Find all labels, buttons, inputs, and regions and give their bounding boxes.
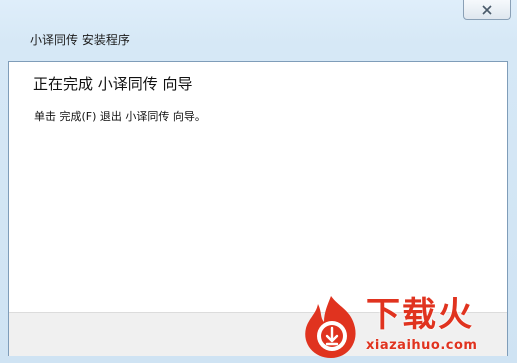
watermark-text: 下载火 xiazaihuo.com <box>366 296 477 353</box>
watermark-brand-cn: 下载火 <box>366 295 474 335</box>
page-heading: 正在完成 小译同传 向导 <box>33 75 193 93</box>
window-title: 小译同传 安装程序 <box>30 33 130 47</box>
page-description: 单击 完成(F) 退出 小译同传 向导。 <box>34 110 206 123</box>
wizard-content: 正在完成 小译同传 向导 单击 完成(F) 退出 小译同传 向导。 <box>9 62 507 312</box>
background-blurred-text <box>10 10 450 24</box>
close-button[interactable] <box>463 0 511 20</box>
close-icon <box>482 4 492 15</box>
watermark-brand-en: xiazaihuo.com <box>366 338 478 353</box>
flame-logo-icon <box>305 296 356 358</box>
watermark: 下载火 xiazaihuo.com <box>300 294 515 362</box>
